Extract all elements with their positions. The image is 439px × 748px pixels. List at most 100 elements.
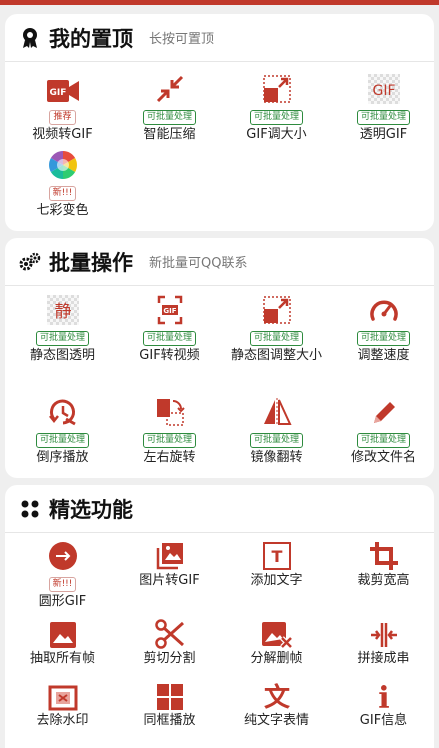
crop-icon — [369, 541, 399, 571]
tool-label: 镜像翻转 — [250, 450, 303, 465]
badge-new: 新!!! — [48, 577, 77, 592]
badge-batch: 可批量处理 — [249, 331, 303, 346]
svg-text:GIF: GIF — [163, 307, 176, 315]
tool-reverse-play[interactable]: 可批量处理 倒序播放 — [9, 393, 116, 468]
tool-rename[interactable]: 可批量处理 修改文件名 — [330, 393, 434, 468]
badge-batch: 可批量处理 — [356, 433, 410, 448]
static-resize-icon — [262, 295, 292, 325]
tool-label: 纯文字表情 — [243, 713, 309, 728]
tool-text-emoji[interactable]: 文 纯文字表情 — [223, 677, 330, 731]
svg-text:T: T — [271, 547, 282, 566]
compress-arrows-icon — [155, 74, 185, 104]
tool-label: 图片转GIF — [139, 573, 200, 588]
badge-new: 新!!! — [48, 186, 77, 201]
tool-rotate[interactable]: 可批量处理 左右旋转 — [116, 393, 223, 468]
tool-video-to-gif[interactable]: GIF 推荐 视频转GIF — [9, 70, 116, 145]
tool-label: 剪切分割 — [143, 651, 196, 666]
tool-label: 圆形GIF — [38, 594, 87, 609]
featured-card: 精选功能 新!!! 圆形GIF 图片转GIF T 添加文字 裁剪宽高 抽取所有帧 — [5, 485, 434, 748]
badge-batch: 可批量处理 — [356, 110, 410, 125]
tool-remove-watermark[interactable]: 去除水印 — [9, 677, 116, 731]
tool-label: GIF信息 — [359, 713, 408, 728]
tool-mirror-flip[interactable]: 可批量处理 镜像翻转 — [223, 393, 330, 468]
tool-label: 调整速度 — [357, 348, 410, 363]
tool-gif-resize[interactable]: 可批量处理 GIF调大小 — [223, 70, 330, 145]
tool-gif-to-video[interactable]: GIF 可批量处理 GIF转视频 — [116, 291, 223, 366]
badge-batch: 可批量处理 — [142, 433, 196, 448]
tool-static-transparent[interactable]: 静 可批量处理 静态图透明 — [9, 291, 116, 366]
svg-text:GIF: GIF — [372, 83, 395, 99]
featured-title: 精选功能 — [49, 497, 133, 522]
svg-text:GIF: GIF — [49, 88, 66, 98]
grid-play-icon — [156, 683, 184, 711]
tool-label: 去除水印 — [36, 713, 89, 728]
tool-join[interactable]: 拼接成串 — [330, 615, 434, 669]
tool-crop[interactable]: 裁剪宽高 — [330, 537, 434, 591]
award-icon — [19, 27, 41, 49]
tool-label: GIF调大小 — [246, 127, 307, 142]
gears-icon — [19, 251, 41, 273]
tool-static-resize[interactable]: 可批量处理 静态图调整大小 — [223, 291, 330, 366]
svg-text:静: 静 — [54, 302, 71, 322]
tool-label: 静态图调整大小 — [231, 348, 323, 363]
batch-card: 批量操作 新批量可QQ联系 静 可批量处理 静态图透明 GIF 可批量处理 GI… — [5, 238, 434, 478]
mirror-flip-icon — [262, 397, 292, 427]
images-to-gif-icon — [155, 541, 185, 571]
badge-batch: 可批量处理 — [356, 331, 410, 346]
rotate-icon — [155, 397, 185, 427]
reverse-play-icon — [48, 397, 78, 427]
pinned-header: 我的置顶 长按可置顶 — [5, 14, 434, 62]
text-emoji-icon: 文 — [262, 681, 292, 711]
tool-add-text[interactable]: T 添加文字 — [223, 537, 330, 591]
pencil-icon — [370, 399, 398, 427]
badge-batch: 可批量处理 — [249, 433, 303, 448]
tool-circle-gif[interactable]: 新!!! 圆形GIF — [9, 537, 116, 612]
tool-label: 裁剪宽高 — [357, 573, 410, 588]
gif-to-video-icon: GIF — [157, 295, 183, 325]
speedometer-icon — [369, 297, 399, 325]
badge-recommend: 推荐 — [49, 110, 76, 125]
tool-label: 添加文字 — [250, 573, 303, 588]
pinned-subtitle: 长按可置顶 — [149, 32, 215, 47]
video-gif-icon: GIF — [46, 78, 80, 104]
tool-color-change[interactable]: 新!!! 七彩变色 — [9, 146, 116, 221]
svg-text:文: 文 — [263, 682, 290, 711]
tool-transparent-gif[interactable]: GIF 可批量处理 透明GIF — [330, 70, 434, 145]
tool-label: 修改文件名 — [350, 450, 416, 465]
tool-grid-play[interactable]: 同框播放 — [116, 677, 223, 731]
tool-label: 左右旋转 — [143, 450, 196, 465]
pinned-card: 我的置顶 长按可置顶 GIF 推荐 视频转GIF 可批量处理 智能压缩 可批量处… — [5, 14, 434, 231]
four-dots-icon — [19, 498, 41, 520]
tool-label: 拼接成串 — [357, 651, 410, 666]
batch-header: 批量操作 新批量可QQ联系 — [5, 238, 434, 286]
tool-cut-split[interactable]: 剪切分割 — [116, 615, 223, 669]
pinned-title: 我的置顶 — [49, 26, 133, 51]
badge-batch: 可批量处理 — [142, 331, 196, 346]
tool-label: 视频转GIF — [32, 127, 93, 142]
tool-label: 同框播放 — [143, 713, 196, 728]
info-icon: i — [374, 681, 394, 711]
tool-label: 抽取所有帧 — [29, 651, 95, 666]
badge-batch: 可批量处理 — [35, 331, 89, 346]
tool-label: 分解删帧 — [250, 651, 303, 666]
tool-label: GIF转视频 — [139, 348, 200, 363]
top-accent-bar — [0, 0, 439, 5]
svg-text:i: i — [378, 681, 389, 711]
static-transparent-icon: 静 — [46, 295, 79, 325]
remove-watermark-icon — [48, 685, 78, 711]
color-wheel-icon — [48, 150, 78, 180]
badge-batch: 可批量处理 — [35, 433, 89, 448]
delete-frame-icon — [261, 621, 293, 649]
tool-adjust-speed[interactable]: 可批量处理 调整速度 — [330, 291, 434, 366]
tool-label: 静态图透明 — [29, 348, 95, 363]
tool-images-to-gif[interactable]: 图片转GIF — [116, 537, 223, 591]
tool-gif-info[interactable]: i GIF信息 — [330, 677, 434, 731]
add-text-icon: T — [262, 541, 292, 571]
extract-frames-icon — [49, 621, 77, 649]
tool-extract-frames[interactable]: 抽取所有帧 — [9, 615, 116, 669]
tool-label: 倒序播放 — [36, 450, 89, 465]
badge-batch: 可批量处理 — [142, 110, 196, 125]
tool-label: 七彩变色 — [36, 203, 89, 218]
tool-delete-frame[interactable]: 分解删帧 — [223, 615, 330, 669]
tool-smart-compress[interactable]: 可批量处理 智能压缩 — [116, 70, 223, 145]
